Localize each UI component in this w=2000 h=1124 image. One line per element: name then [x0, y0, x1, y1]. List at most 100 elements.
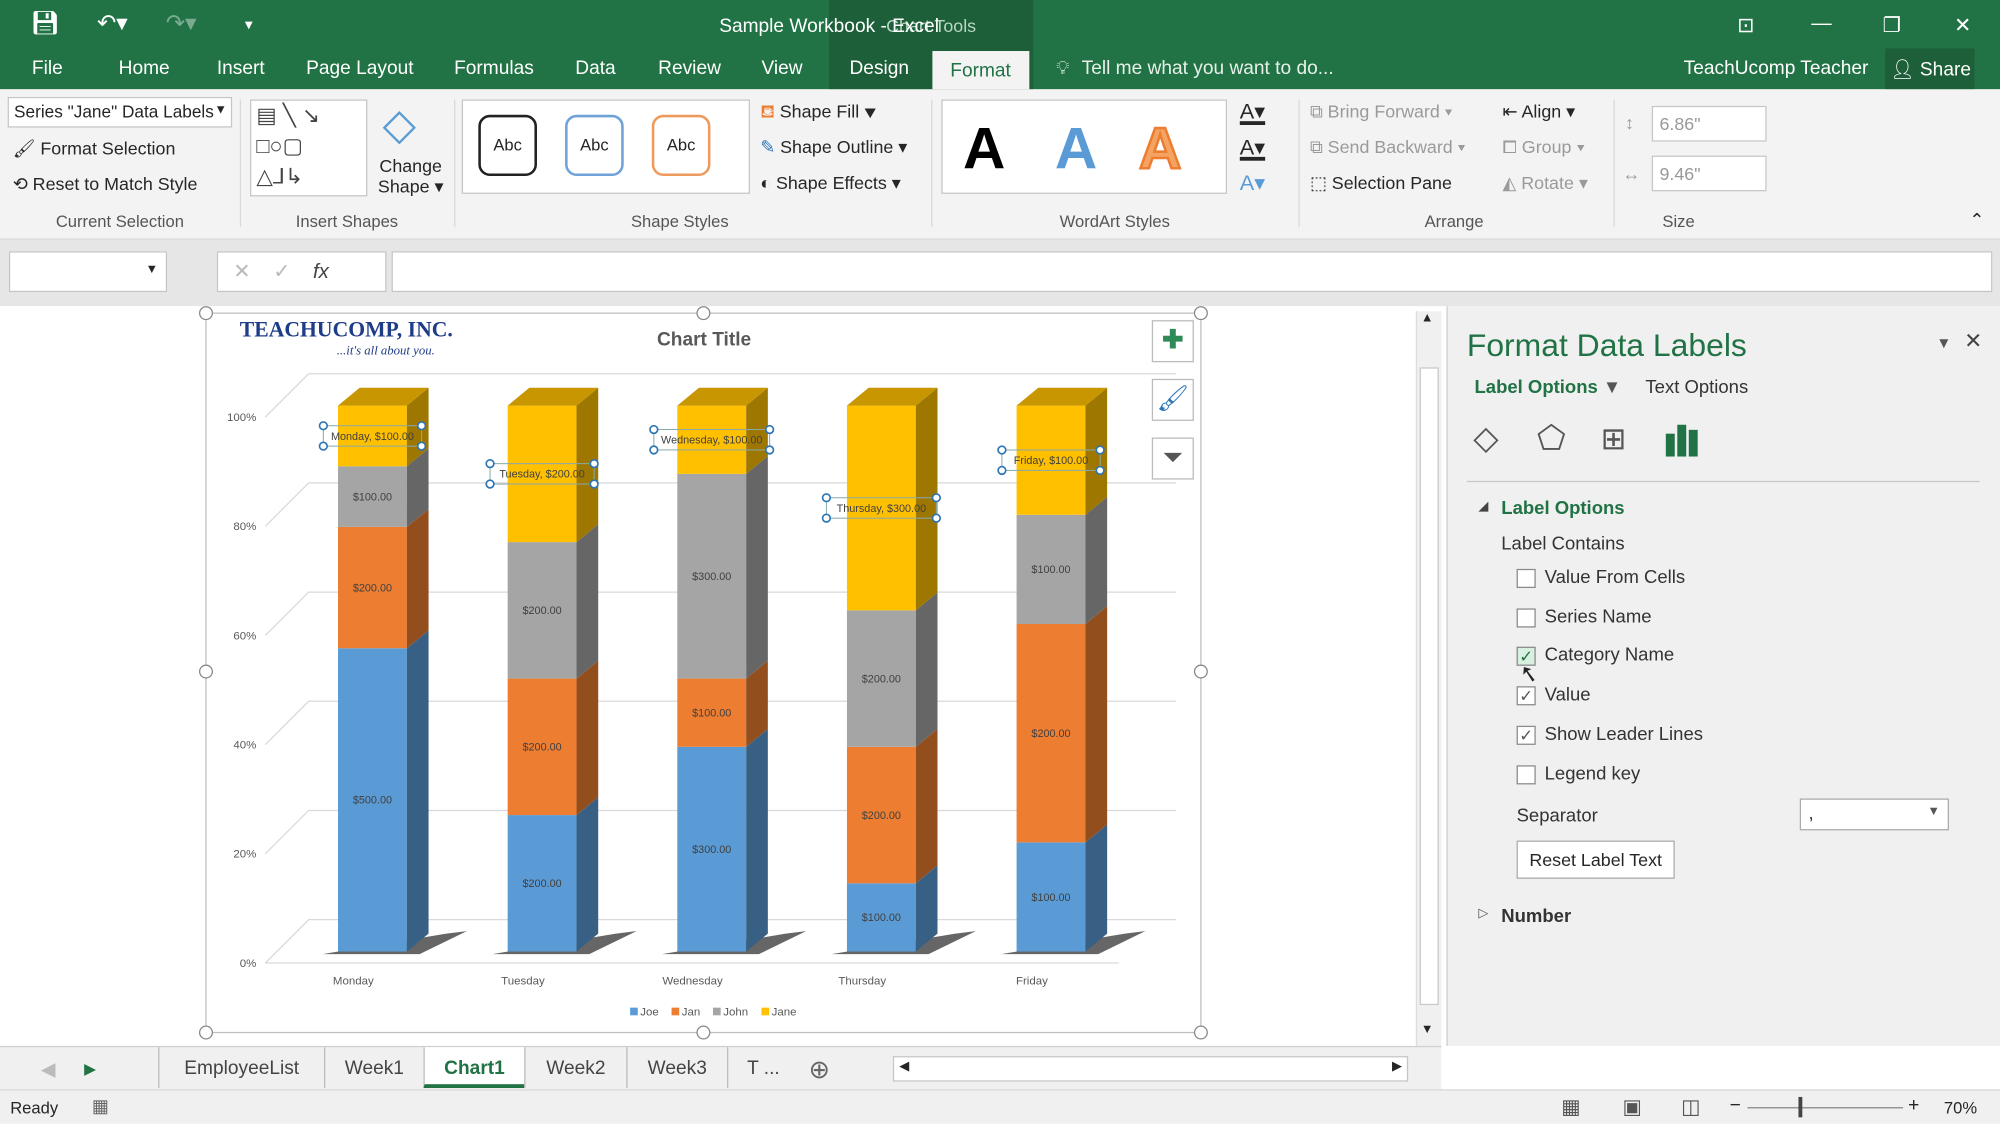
- chart-object[interactable]: TEACHUCOMP, INC. ...it's all about you. …: [205, 312, 1202, 1034]
- checkbox-value-from-cells[interactable]: [1516, 568, 1536, 589]
- shape-style-sample[interactable]: Abc: [478, 114, 537, 177]
- label-options-tab[interactable]: Label Options ▼: [1474, 378, 1621, 398]
- data-label-jane[interactable]: Monday, $100.00: [331, 431, 414, 443]
- user-name[interactable]: TeachUcomp Teacher: [1684, 57, 1869, 79]
- scroll-right-icon[interactable]: ▶: [1392, 1060, 1402, 1074]
- scroll-up-icon[interactable]: ▲: [1421, 311, 1434, 325]
- change-shape-icon[interactable]: ◇: [383, 99, 416, 150]
- scroll-down-icon[interactable]: ▼: [1421, 1023, 1434, 1037]
- option-label[interactable]: Series Name: [1545, 607, 1652, 627]
- wordart-sample[interactable]: A: [1055, 114, 1097, 183]
- group-button[interactable]: ⧠ Group ▾: [1503, 136, 1586, 158]
- vertical-scrollbar[interactable]: ▲ ▼: [1415, 311, 1442, 1046]
- resize-handle[interactable]: [198, 664, 214, 679]
- shape-outline-button[interactable]: ✎ Shape Outline ▾: [760, 136, 907, 158]
- chart-styles-brush-icon[interactable]: 🖌︎: [1151, 378, 1194, 421]
- tab-insert[interactable]: Insert: [217, 57, 265, 79]
- zoom-slider-thumb[interactable]: [1798, 1096, 1803, 1118]
- sheet-tab-week3[interactable]: Week3: [626, 1047, 727, 1089]
- align-button[interactable]: ⇤ Align ▾: [1503, 101, 1576, 123]
- text-options-tab[interactable]: Text Options: [1645, 378, 1748, 398]
- restore-icon[interactable]: ❐: [1883, 13, 1901, 39]
- option-label[interactable]: Category Name: [1545, 646, 1675, 666]
- formula-input[interactable]: [391, 251, 1993, 293]
- enter-icon[interactable]: ✓: [273, 261, 290, 283]
- shape-oval-icon[interactable]: ○: [269, 134, 282, 158]
- data-label-jane[interactable]: Wednesday, $100.00: [661, 435, 762, 447]
- bring-forward-button[interactable]: ⧉ Bring Forward ▾: [1310, 101, 1452, 123]
- option-label[interactable]: Legend key: [1545, 763, 1641, 783]
- shape-arrow-icon[interactable]: ↘: [302, 103, 320, 127]
- name-box[interactable]: ▼: [8, 251, 168, 293]
- sheet-tab-employeelist[interactable]: EmployeeList: [158, 1047, 324, 1089]
- tab-home[interactable]: Home: [119, 57, 170, 79]
- horizontal-scrollbar[interactable]: ◀ ▶: [892, 1056, 1409, 1082]
- text-effects-icon[interactable]: A▾: [1240, 171, 1265, 197]
- effects-pentagon-icon[interactable]: ⬠: [1537, 418, 1566, 458]
- shape-connector-icon[interactable]: ⅃: [273, 165, 285, 189]
- sheet-tab-week1[interactable]: Week1: [323, 1047, 423, 1089]
- page-layout-view-icon[interactable]: ▣: [1622, 1094, 1641, 1120]
- shape-style-sample[interactable]: Abc: [565, 114, 624, 177]
- zoom-level[interactable]: 70%: [1944, 1098, 1977, 1117]
- tab-file[interactable]: File: [32, 57, 63, 79]
- data-label-jane[interactable]: Thursday, $300.00: [837, 503, 926, 515]
- collapse-triangle-icon[interactable]: ◢: [1478, 500, 1488, 514]
- checkbox-series-name[interactable]: [1516, 608, 1536, 628]
- shape-styles-gallery[interactable]: Abc Abc Abc: [461, 99, 750, 194]
- pane-close-icon[interactable]: ✕: [1964, 329, 1982, 355]
- collapse-ribbon-icon[interactable]: ⌃: [1969, 209, 1984, 231]
- pane-options-icon[interactable]: ▼: [1936, 334, 1951, 352]
- change-shape-button[interactable]: Change Shape ▾: [378, 156, 444, 198]
- rotate-button[interactable]: ◭ Rotate ▾: [1503, 172, 1588, 194]
- label-options-section[interactable]: Label Options: [1501, 499, 1624, 519]
- scroll-left-icon[interactable]: ◀: [899, 1060, 909, 1074]
- resize-handle[interactable]: [198, 1025, 214, 1040]
- resize-handle[interactable]: [696, 306, 711, 321]
- macro-record-icon[interactable]: ▦: [92, 1096, 109, 1118]
- new-sheet-icon[interactable]: ⊕: [809, 1054, 830, 1086]
- tab-review[interactable]: Review: [658, 57, 721, 79]
- shape-style-sample[interactable]: Abc: [651, 114, 711, 177]
- send-backward-button[interactable]: ⧉ Send Backward ▾: [1310, 136, 1465, 158]
- selection-pane-button[interactable]: ⬚ Selection Pane: [1310, 172, 1452, 194]
- shape-line-icon[interactable]: ╲: [283, 103, 296, 127]
- share-button[interactable]: 👤︎ Share: [1885, 48, 1975, 90]
- tab-format[interactable]: Format: [932, 51, 1029, 90]
- minimize-icon[interactable]: —: [1811, 13, 1831, 36]
- shapes-gallery[interactable]: ▤ ╲ ↘ □○▢ △⅃↳: [249, 99, 368, 197]
- tab-page-layout[interactable]: Page Layout: [306, 57, 413, 79]
- chevron-down-icon[interactable]: ▼: [146, 263, 159, 277]
- close-icon[interactable]: ✕: [1954, 13, 1971, 39]
- scrollbar-thumb[interactable]: [1419, 367, 1439, 1006]
- reset-label-text-button[interactable]: Reset Label Text: [1516, 840, 1675, 879]
- checkbox-value[interactable]: ✓: [1516, 686, 1536, 706]
- data-label-jane[interactable]: Tuesday, $200.00: [499, 469, 584, 481]
- tab-formulas[interactable]: Formulas: [454, 57, 534, 79]
- tab-design[interactable]: Design: [849, 57, 909, 79]
- undo-icon[interactable]: ↶▾: [97, 10, 128, 37]
- prev-sheet-icon[interactable]: ◀: [41, 1057, 56, 1081]
- normal-view-icon[interactable]: ▦: [1561, 1094, 1580, 1120]
- text-outline-icon[interactable]: A▾: [1240, 135, 1265, 161]
- resize-handle[interactable]: [696, 1025, 711, 1040]
- fill-line-icon[interactable]: ◇: [1473, 418, 1499, 458]
- checkbox-show-leader-lines[interactable]: ✓: [1516, 725, 1536, 745]
- resize-handle[interactable]: [1193, 664, 1208, 679]
- text-fill-icon[interactable]: A▾: [1240, 99, 1265, 125]
- shape-rounded-rect-icon[interactable]: ▢: [283, 134, 303, 158]
- shape-effects-button[interactable]: ◐ Shape Effects ▾: [760, 172, 901, 194]
- chart-elements-dropdown[interactable]: Series "Jane" Data Labels ▼: [7, 96, 233, 128]
- shape-fill-button[interactable]: ⛾ Shape Fill ▾: [760, 101, 876, 125]
- checkbox-legend-key[interactable]: [1516, 764, 1536, 784]
- shape-triangle-icon[interactable]: △: [256, 165, 273, 189]
- save-icon[interactable]: 💾︎: [31, 10, 60, 37]
- zoom-out-icon[interactable]: −: [1730, 1094, 1741, 1116]
- shape-width-input[interactable]: 9.46": [1651, 155, 1767, 192]
- next-sheet-icon[interactable]: ▶: [84, 1060, 96, 1078]
- data-label-jane[interactable]: Friday, $100.00: [1014, 455, 1088, 467]
- zoom-in-icon[interactable]: +: [1908, 1094, 1919, 1116]
- wordart-sample[interactable]: A: [1138, 114, 1183, 183]
- zoom-slider[interactable]: [1747, 1107, 1904, 1109]
- page-break-view-icon[interactable]: ◫: [1681, 1094, 1700, 1120]
